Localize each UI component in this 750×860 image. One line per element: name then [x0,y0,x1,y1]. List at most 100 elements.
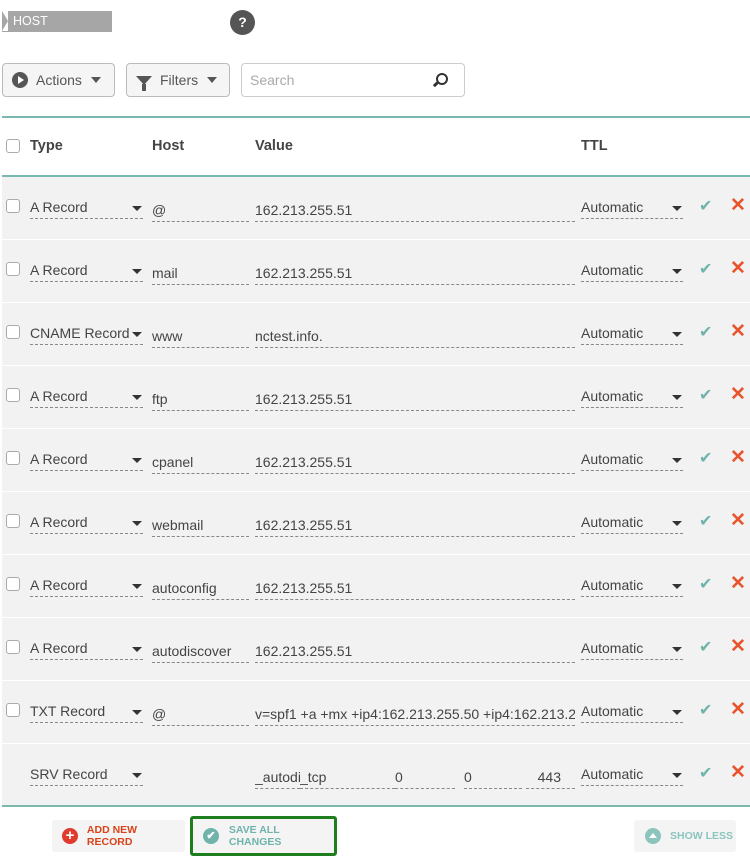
ttl-select[interactable]: Automatic [581,197,683,219]
check-icon[interactable]: ✔ [699,386,715,406]
record-type-select[interactable]: TXT Record [30,701,143,723]
host-field[interactable]: @ [152,200,249,222]
x-icon[interactable]: ✕ [730,510,746,532]
row-checkbox[interactable] [6,577,20,591]
x-icon[interactable]: ✕ [730,447,746,469]
row-checkbox[interactable] [6,388,20,402]
x-icon[interactable]: ✕ [730,195,746,217]
host-field[interactable]: www [152,326,249,348]
x-icon[interactable]: ✕ [730,762,746,784]
srv-weight-field[interactable]: 0 [464,767,522,789]
table-row-srv: SRV Record _autodiscover _tcp 0 0 443 Au… [2,744,750,807]
value-field[interactable]: nctest.info. [255,326,575,348]
row-checkbox[interactable] [6,451,20,465]
chevron-down-icon [672,710,682,715]
ttl-select[interactable]: Automatic [581,764,683,786]
check-icon[interactable]: ✔ [699,512,715,532]
x-icon[interactable]: ✕ [730,636,746,658]
check-icon[interactable]: ✔ [699,638,715,658]
host-field[interactable]: @ [152,704,249,726]
table-row: A Record ftp 162.213.255.51 Automatic ✔ ✕ [2,366,750,429]
host-field[interactable]: autoconfig [152,578,249,600]
row-checkbox[interactable] [6,514,20,528]
srv-service-field[interactable]: _autodiscover [255,767,300,789]
check-icon[interactable]: ✔ [699,575,715,595]
check-icon[interactable]: ✔ [699,260,715,280]
srv-priority-field[interactable]: 0 [395,767,455,789]
filter-icon [136,75,152,91]
ttl-select[interactable]: Automatic [581,386,683,408]
row-checkbox[interactable] [6,325,20,339]
host-field[interactable]: autodiscover [152,641,249,663]
x-icon[interactable]: ✕ [730,258,746,280]
x-icon[interactable]: ✕ [730,321,746,343]
host-field[interactable]: ftp [152,389,249,411]
record-type-select[interactable]: A Record [30,197,143,219]
search-icon[interactable] [436,73,448,85]
ttl-select[interactable]: Automatic [581,638,683,660]
chevron-down-icon [132,269,142,274]
check-circle-icon: ✔ [203,828,219,844]
value-field[interactable]: 162.213.255.51 [255,641,575,663]
ttl-select[interactable]: Automatic [581,512,683,534]
save-all-changes-label: SAVE ALL CHANGES [228,824,282,848]
host-field[interactable]: webmail [152,515,249,537]
value-field[interactable]: 162.213.255.51 [255,200,575,222]
search-input[interactable] [242,64,422,96]
record-type-select[interactable]: A Record [30,638,143,660]
x-icon[interactable]: ✕ [730,699,746,721]
select-all-checkbox[interactable] [6,139,20,153]
value-field[interactable]: 162.213.255.51 [255,578,575,600]
add-new-record-label: ADD NEW RECORD [86,824,138,848]
x-icon[interactable]: ✕ [730,384,746,406]
check-icon[interactable]: ✔ [699,701,715,721]
record-type-select[interactable]: A Record [30,386,143,408]
check-icon[interactable]: ✔ [699,764,715,784]
ttl-select[interactable]: Automatic [581,260,683,282]
ttl-select[interactable]: Automatic [581,701,683,723]
add-new-record-button[interactable]: + ADD NEW RECORD [52,820,185,852]
value-field[interactable]: 162.213.255.51 [255,263,575,285]
check-icon[interactable]: ✔ [699,197,715,217]
ttl-select[interactable]: Automatic [581,575,683,597]
chevron-down-icon [132,206,142,211]
chevron-down-icon [672,395,682,400]
value-field[interactable]: v=spf1 +a +mx +ip4:162.213.255.50 +ip4:1… [255,704,575,726]
chevron-down-icon [672,773,682,778]
host-field[interactable]: cpanel [152,452,249,474]
x-icon[interactable]: ✕ [730,573,746,595]
help-icon[interactable]: ? [230,10,255,35]
actions-label: Actions [36,72,82,88]
chevron-down-icon [132,584,142,589]
check-icon[interactable]: ✔ [699,323,715,343]
record-type-select[interactable]: CNAME Record [30,323,143,345]
chevron-down-icon [672,521,682,526]
record-type-select[interactable]: A Record [30,449,143,471]
filters-button[interactable]: Filters [126,63,230,97]
chevron-down-icon [132,521,142,526]
chevron-down-icon [672,206,682,211]
record-type-select[interactable]: A Record [30,260,143,282]
value-field[interactable]: 162.213.255.51 [255,452,575,474]
value-field[interactable]: 162.213.255.51 [255,515,575,537]
row-checkbox[interactable] [6,640,20,654]
chevron-down-icon [90,77,101,83]
chevron-down-icon [132,395,142,400]
srv-protocol-field[interactable]: _tcp [300,767,395,789]
srv-port-field[interactable]: 443 [526,767,575,789]
value-field[interactable]: 162.213.255.51 [255,389,575,411]
ttl-select[interactable]: Automatic [581,449,683,471]
host-field[interactable]: mail [152,263,249,285]
record-type-select[interactable]: SRV Record [30,764,143,786]
record-type-select[interactable]: A Record [30,512,143,534]
row-checkbox[interactable] [6,262,20,276]
table-row: A Record mail 162.213.255.51 Automatic ✔ ✕ [2,240,750,303]
row-checkbox[interactable] [6,703,20,717]
record-type-select[interactable]: A Record [30,575,143,597]
ttl-select[interactable]: Automatic [581,323,683,345]
save-all-changes-button[interactable]: ✔ SAVE ALL CHANGES [190,816,337,856]
row-checkbox[interactable] [6,199,20,213]
actions-button[interactable]: Actions [2,63,115,97]
check-icon[interactable]: ✔ [699,449,715,469]
show-less-button[interactable]: SHOW LESS [634,820,736,852]
